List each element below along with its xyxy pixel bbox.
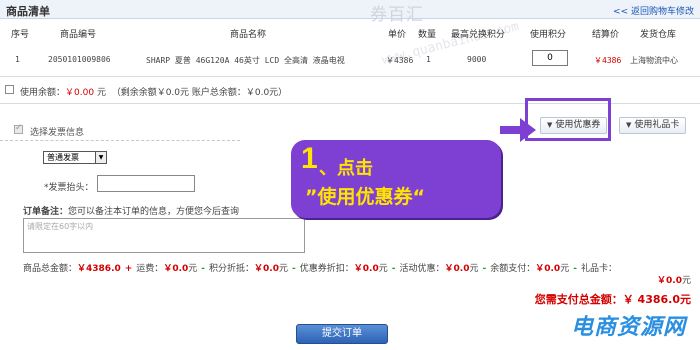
unit-label: 元	[469, 264, 479, 274]
promo-value: ￥0.0	[444, 264, 470, 274]
coupon-discount-label: 优惠券折扣：	[299, 264, 354, 274]
points-label: 积分折抵：	[209, 264, 255, 274]
invoice-checkbox-label: 选择发票信息	[30, 128, 85, 138]
invoice-type-select[interactable]: 普通发票 ▼	[43, 151, 107, 164]
grand-total: 您需支付总金额：￥ 4386.0元	[535, 291, 691, 307]
unit-label: 元	[279, 264, 289, 274]
col-header-name: 商品名称	[230, 30, 267, 40]
use-giftcard-label: 使用礼品卡	[634, 120, 680, 130]
invoice-checkbox[interactable]	[14, 123, 23, 134]
callout-step-number: 1	[301, 142, 318, 175]
chevron-down-icon: ▼	[95, 152, 106, 163]
balance-remaining: （剩余余额￥0.0元 账户总余额：￥0.0元）	[111, 88, 288, 98]
order-note-label-bold: 订单备注：	[23, 207, 69, 217]
invoice-type-value: 普通发票	[47, 153, 79, 162]
goods-total-value: ￥4386.0	[77, 264, 121, 274]
col-header-price: 单价	[388, 30, 407, 40]
row-price: ￥4386	[386, 56, 414, 65]
col-header-warehouse: 发货仓库	[640, 30, 677, 40]
tutorial-callout: 1 、点击 ”使用优惠券“	[291, 140, 501, 218]
goods-total-label: 商品总金额：	[23, 264, 78, 274]
row-product-name[interactable]: SHARP 夏普 46G120A 46英寸 LCD 全高清 液晶电视	[146, 55, 345, 66]
callout-line-2: ”使用优惠券“	[305, 186, 425, 208]
balance-amount: ￥0.00	[65, 88, 95, 98]
order-items-header: 商品清单 << 返回购物车修改	[0, 0, 700, 19]
unit-label: 元	[188, 264, 198, 274]
col-header-settle-price: 结算价	[592, 30, 620, 40]
plus-sign: +	[124, 264, 133, 274]
arrow-icon	[500, 118, 536, 142]
watermark-top: 券百汇	[370, 5, 424, 25]
promo-label: 活动优惠：	[399, 264, 445, 274]
order-note-label: 订单备注：您可以备注本订单的信息，方便您今后查询	[23, 204, 239, 217]
divider	[0, 76, 700, 77]
row-settle-price: ￥4386	[594, 56, 622, 65]
col-header-use-points: 使用积分	[530, 30, 567, 40]
row-qty: 1	[426, 55, 431, 64]
minus-sign: -	[292, 264, 296, 274]
row-max-points: 9000	[467, 55, 487, 64]
watermark-bottom: 电商资源网	[570, 315, 686, 340]
row-warehouse: 上海物流中心	[630, 56, 678, 65]
col-header-sku: 商品编号	[60, 30, 97, 40]
order-note-textarea[interactable]: 请限定在60字以内	[23, 218, 305, 253]
balance-pay-value: ￥0.0	[535, 264, 561, 274]
coupon-discount-value: ￥0.0	[353, 264, 379, 274]
use-balance-checkbox[interactable]	[5, 85, 14, 94]
chevron-down-icon: ▼	[626, 121, 632, 129]
balance-pay-label: 余额支付：	[490, 264, 536, 274]
submit-order-button[interactable]: 提交订单	[296, 324, 388, 344]
col-header-max-points: 最高兑换积分	[451, 30, 506, 40]
balance-label: 使用余额：	[20, 88, 66, 98]
minus-sign: -	[201, 264, 206, 274]
invoice-title-input[interactable]	[97, 175, 195, 192]
totals-line: 商品总金额：￥4386.0 + 运费：￥0.0元 - 积分折抵：￥0.0元 - 优惠券折扣：…	[23, 261, 698, 274]
grand-total-value: ￥ 4386.0	[622, 293, 680, 306]
section-title: 商品清单	[6, 5, 50, 18]
balance-line: 使用余额：￥0.00 元 （剩余余额￥0.0元 账户总余额：￥0.0元）	[20, 85, 287, 98]
use-giftcard-button[interactable]: ▼ 使用礼品卡	[619, 117, 687, 134]
minus-sign: -	[391, 264, 396, 274]
unit-label: 元	[560, 264, 570, 274]
callout-line-1: 、点击	[319, 158, 373, 179]
order-note-hint: 您可以备注本订单的信息，方便您今后查询	[68, 207, 240, 217]
shipping-value: ￥0.0	[163, 264, 189, 274]
unit-label: 元	[378, 264, 388, 274]
col-header-qty: 数量	[418, 30, 437, 40]
giftcard-value-line: ￥0.0元	[657, 273, 691, 286]
minus-sign: -	[573, 264, 577, 274]
grand-total-label: 您需支付总金额：	[534, 293, 623, 306]
minus-sign: -	[482, 264, 487, 274]
use-points-input[interactable]: 0	[532, 50, 568, 66]
shipping-label: 运费：	[136, 264, 164, 274]
back-to-cart-link[interactable]: << 返回购物车修改	[613, 4, 694, 17]
row-index: 1	[15, 55, 20, 64]
unit-label: 元	[681, 276, 691, 286]
invoice-title-label: *发票抬头：	[44, 183, 94, 193]
col-header-index: 序号	[11, 30, 30, 40]
grand-total-unit: 元	[680, 293, 691, 306]
balance-unit: 元	[96, 88, 106, 98]
row-sku: 2050101009806	[48, 55, 111, 64]
points-value: ￥0.0	[254, 264, 279, 274]
giftcard-label: 礼品卡：	[580, 264, 617, 274]
giftcard-value: ￥0.0	[657, 276, 682, 286]
